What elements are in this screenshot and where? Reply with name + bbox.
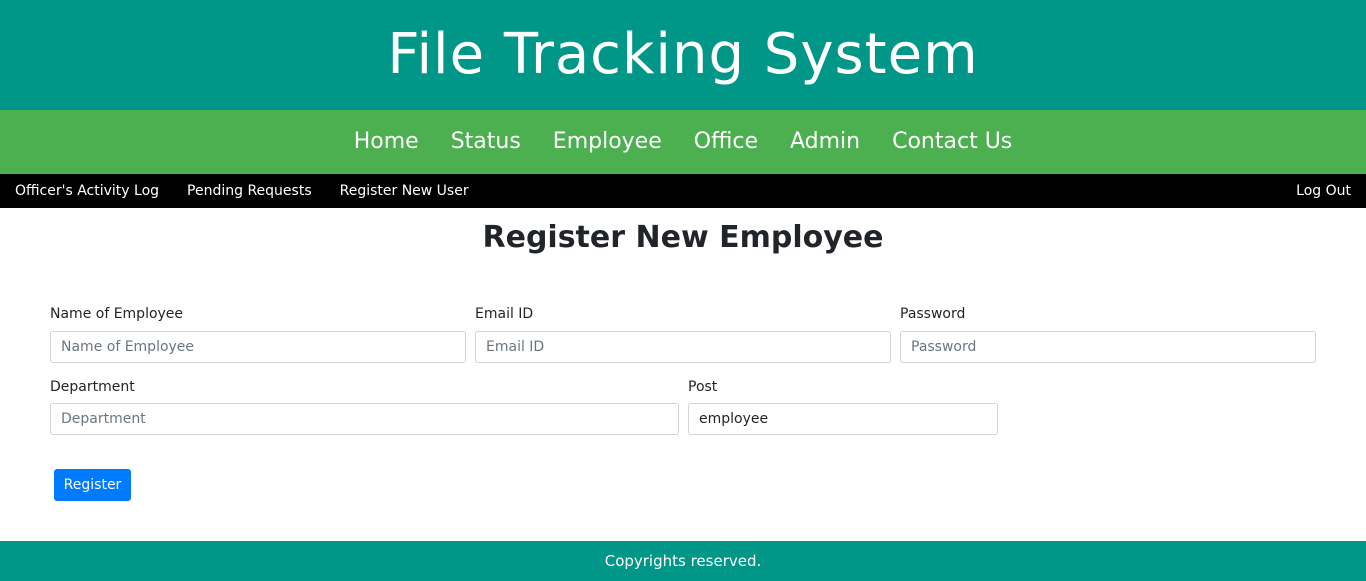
footer: Copyrights reserved. bbox=[0, 541, 1366, 581]
nav-office[interactable]: Office bbox=[694, 131, 758, 153]
main-nav: Home Status Employee Office Admin Contac… bbox=[0, 110, 1366, 174]
copyright-text: Copyrights reserved. bbox=[604, 552, 762, 570]
page-title: Register New Employee bbox=[482, 220, 884, 255]
site-title: File Tracking System bbox=[387, 22, 979, 87]
sub-nav-activity-log[interactable]: Officer's Activity Log bbox=[15, 184, 159, 198]
department-input[interactable] bbox=[50, 403, 679, 435]
nav-home[interactable]: Home bbox=[354, 131, 419, 153]
sub-nav-links: Officer's Activity Log Pending Requests … bbox=[0, 184, 497, 198]
password-label: Password bbox=[900, 306, 966, 322]
sub-nav: Officer's Activity Log Pending Requests … bbox=[0, 174, 1366, 208]
nav-employee[interactable]: Employee bbox=[553, 131, 662, 153]
nav-admin[interactable]: Admin bbox=[790, 131, 860, 153]
sub-nav-pending-requests[interactable]: Pending Requests bbox=[187, 184, 312, 198]
employee-name-input[interactable] bbox=[50, 331, 466, 363]
site-banner: File Tracking System bbox=[0, 0, 1366, 110]
department-label: Department bbox=[50, 379, 135, 395]
email-label: Email ID bbox=[475, 306, 534, 322]
email-input[interactable] bbox=[475, 331, 891, 363]
nav-status[interactable]: Status bbox=[451, 131, 521, 153]
password-input[interactable] bbox=[900, 331, 1316, 363]
logout-link[interactable]: Log Out bbox=[1296, 184, 1351, 198]
post-label: Post bbox=[688, 379, 718, 395]
nav-contact-us[interactable]: Contact Us bbox=[892, 131, 1012, 153]
post-input[interactable] bbox=[688, 403, 998, 435]
name-label: Name of Employee bbox=[50, 306, 184, 322]
sub-nav-register-new-user[interactable]: Register New User bbox=[340, 184, 469, 198]
register-button[interactable]: Register bbox=[54, 469, 131, 501]
